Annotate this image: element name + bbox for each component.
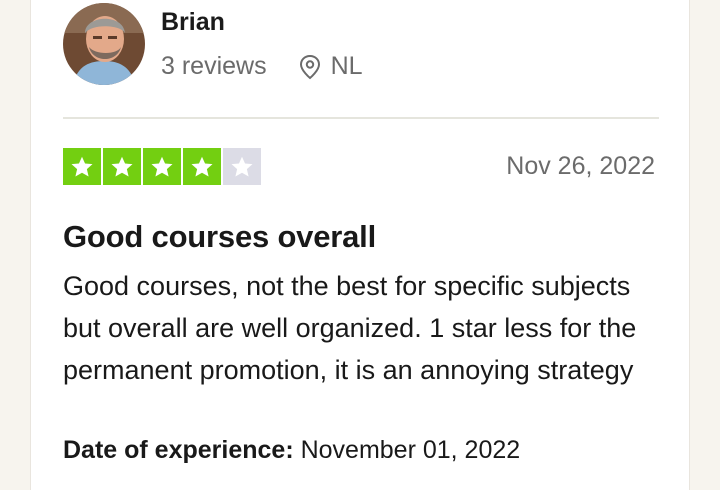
review-date: Nov 26, 2022 bbox=[506, 152, 655, 180]
reviewer-avatar[interactable] bbox=[63, 3, 145, 85]
review-body: Good courses, not the best for specific … bbox=[63, 271, 637, 385]
star-filled-icon bbox=[183, 148, 221, 185]
date-of-experience: Date of experience: November 01, 2022 bbox=[63, 436, 520, 465]
reviewer-location: NL bbox=[330, 52, 363, 80]
divider bbox=[63, 117, 659, 119]
star-filled-icon bbox=[63, 148, 101, 185]
star-filled-icon bbox=[143, 148, 181, 185]
star-rating bbox=[63, 148, 261, 185]
user-photo-icon bbox=[63, 3, 145, 85]
experience-label: Date of experience: bbox=[63, 436, 294, 464]
star-empty-icon bbox=[223, 148, 261, 185]
experience-date: November 01, 2022 bbox=[300, 436, 521, 464]
map-pin-icon bbox=[299, 54, 321, 80]
review-title[interactable]: Good courses overall bbox=[63, 219, 376, 255]
reviewer-name[interactable]: Brian bbox=[161, 8, 225, 37]
reviewer-meta: 3 reviews NL bbox=[161, 52, 363, 81]
review-count: 3 reviews bbox=[161, 52, 267, 80]
star-filled-icon bbox=[103, 148, 141, 185]
review-card: Brian 3 reviews NL Nov 26, 2022 Good cou… bbox=[30, 0, 690, 490]
